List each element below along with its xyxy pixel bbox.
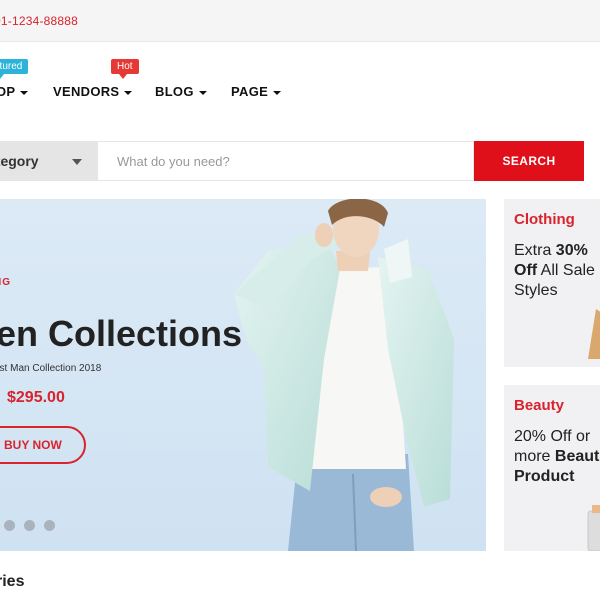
nav-item-blog[interactable]: BLOG [155,84,207,99]
buy-now-button[interactable]: BUY NOW [0,426,86,464]
banner-text-line: Extra [514,242,556,259]
hot-badge: Hot [111,59,139,79]
clothing-banner[interactable]: Clothing Extra 30% Off All Sale Styles [504,199,600,367]
chevron-down-icon [20,90,29,95]
banner-text: 20% Off or more Beaut Product [514,427,599,487]
section-title: ries [0,573,25,590]
banner-text-line: more [514,448,555,465]
nav-item-shop[interactable]: OP [0,84,29,99]
product-image [588,309,600,359]
hero-title: en Collections [0,313,243,354]
beauty-banner[interactable]: Beauty 20% Off or more Beaut Product [504,385,600,551]
banner-text-line: Styles [514,282,558,299]
category-select-label: ategory [0,153,39,169]
slider-dot[interactable] [4,520,15,531]
featured-badge: atured [0,59,29,79]
category-select[interactable]: ategory [0,141,98,181]
banner-highlight: Beaut [554,448,600,465]
phone-number[interactable]: 01-1234-88888 [0,14,78,28]
product-image [587,505,600,551]
slider-dot[interactable] [24,520,35,531]
nav-item-label: BLOG [155,84,194,99]
banner-highlight: Product [514,468,575,485]
hero-slider[interactable]: NG en Collections est Man Collection 201… [0,199,486,551]
search-input[interactable] [98,141,474,181]
hero-price: $295.00 [7,389,65,406]
banner-category: Beauty [514,397,565,414]
banner-text: Extra 30% Off All Sale Styles [514,241,595,301]
chevron-down-icon [72,159,82,165]
banner-category: Clothing [514,211,575,228]
hero-subtitle: est Man Collection 2018 [0,363,102,374]
nav-item-label: PAGE [231,84,269,99]
chevron-down-icon [273,90,282,95]
search-button[interactable]: SEARCH [474,141,584,181]
nav-item-vendors[interactable]: VENDORS [53,84,133,99]
top-bar: 01-1234-88888 [0,0,600,42]
banner-highlight: 30% [555,242,588,259]
banner-text-line: All Sale [537,262,595,279]
chevron-down-icon [198,90,207,95]
hero-kicker: NG [0,277,11,288]
banner-highlight: Off [514,262,538,279]
nav-item-label: VENDORS [53,84,120,99]
slider-dot[interactable] [44,520,55,531]
nav-item-page[interactable]: PAGE [231,84,282,99]
nav-item-label: OP [0,84,16,99]
chevron-down-icon [124,90,133,95]
banner-text-line: 20% Off or [514,428,591,445]
model-photo [234,199,454,551]
search-bar: ategory SEARCH [0,141,600,181]
